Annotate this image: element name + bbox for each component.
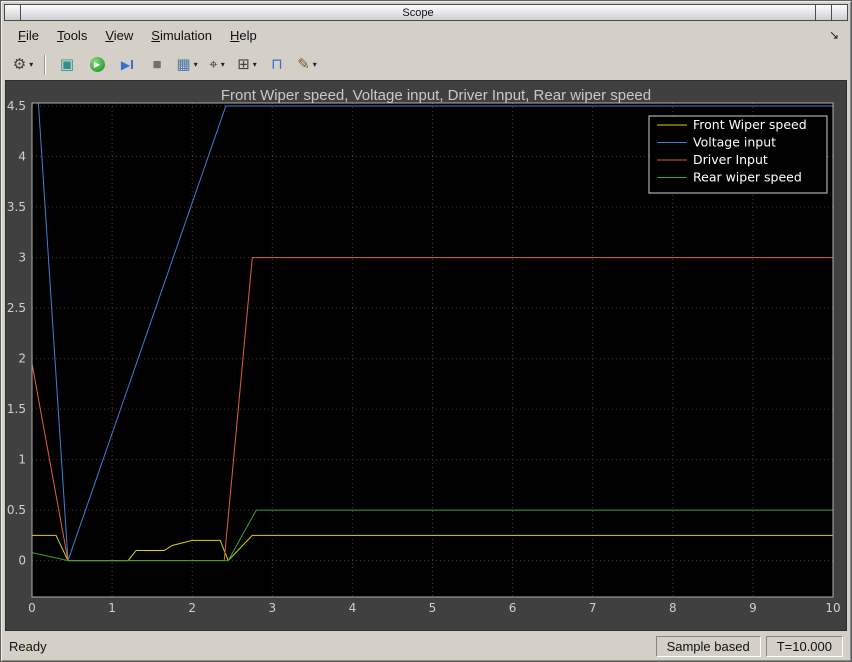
y-tick-label: 0 bbox=[18, 554, 26, 568]
status-text: Ready bbox=[9, 638, 47, 654]
menu-tools[interactable]: Tools bbox=[48, 25, 96, 46]
y-tick-label: 2 bbox=[18, 352, 26, 366]
dock-arrow-icon[interactable]: ↘ bbox=[825, 28, 843, 42]
legend[interactable]: Front Wiper speed Voltage input Driver Inp… bbox=[648, 115, 828, 194]
titlebar[interactable]: Scope bbox=[4, 4, 848, 21]
menu-file[interactable]: File bbox=[9, 25, 48, 46]
sample-mode-box: Sample based bbox=[655, 635, 761, 657]
zoom-fit-icon: ⊞ bbox=[237, 56, 250, 73]
run-icon: ▶ bbox=[89, 57, 105, 72]
run-button[interactable]: ▶ bbox=[83, 52, 111, 78]
chart-canvas[interactable]: 0 1 2 3 4 5 6 7 8 9 10 0 0.5 1 1.5 2 2.5 3 3.5 4 4.5 Front Wi… bbox=[6, 81, 848, 630]
dropdown-arrow-icon: ▾ bbox=[29, 60, 34, 69]
style-brush-button[interactable]: ✎ ▾ bbox=[293, 52, 321, 78]
dropdown-arrow-icon: ▾ bbox=[193, 60, 198, 69]
dropdown-arrow-icon: ▾ bbox=[252, 60, 257, 69]
highlight-block-icon: ▣ bbox=[59, 56, 75, 73]
scope-window: Scope File Tools View Simulation Help ↘ … bbox=[0, 0, 852, 662]
legend-label: Voltage input bbox=[693, 135, 776, 150]
y-tick-label: 0.5 bbox=[7, 503, 26, 517]
x-tick-label: 7 bbox=[589, 601, 597, 615]
x-tick-label: 8 bbox=[669, 601, 677, 615]
x-tick-label: 4 bbox=[349, 601, 357, 615]
x-tick-label: 0 bbox=[28, 601, 36, 615]
x-tick-label: 10 bbox=[825, 601, 840, 615]
x-tick-label: 3 bbox=[268, 601, 276, 615]
settings-button[interactable]: ⚙ ▾ bbox=[9, 52, 37, 78]
x-tick-label: 1 bbox=[108, 601, 116, 615]
status-right-group: Sample based T=10.000 bbox=[655, 635, 843, 657]
stairstep-icon: ⊓ bbox=[271, 56, 283, 73]
toolbar-separator bbox=[44, 54, 46, 75]
y-tick-label: 3 bbox=[18, 251, 26, 265]
sim-time-box: T=10.000 bbox=[765, 635, 843, 657]
layout-grid-icon: ▦ bbox=[176, 56, 191, 73]
x-tick-label: 5 bbox=[429, 601, 437, 615]
y-tick-label: 3.5 bbox=[7, 200, 26, 214]
measurements-button[interactable]: ⌖ ▾ bbox=[203, 52, 231, 78]
dropdown-arrow-icon: ▾ bbox=[220, 60, 225, 69]
y-tick-label: 4 bbox=[18, 150, 26, 164]
step-forward-button[interactable]: ▶ bbox=[113, 52, 141, 78]
plot-panel[interactable]: 0 1 2 3 4 5 6 7 8 9 10 0 0.5 1 1.5 2 2.5 3 3.5 4 4.5 Front Wi… bbox=[5, 80, 847, 631]
x-tick-label: 9 bbox=[749, 601, 757, 615]
y-tick-label: 2.5 bbox=[7, 301, 26, 315]
statusbar: Ready Sample based T=10.000 bbox=[1, 631, 851, 661]
legend-label: Front Wiper speed bbox=[693, 117, 807, 132]
window-menu-button[interactable] bbox=[4, 4, 21, 21]
menu-view[interactable]: View bbox=[96, 25, 142, 46]
brush-icon: ✎ bbox=[297, 56, 310, 73]
step-forward-icon: ▶ bbox=[121, 59, 133, 71]
x-tick-label: 2 bbox=[188, 601, 196, 615]
zoom-fit-button[interactable]: ⊞ ▾ bbox=[233, 52, 261, 78]
dropdown-arrow-icon: ▾ bbox=[312, 60, 317, 69]
toolbar: ⚙ ▾ ▣ ▶ ▶ ■ ▦ ▾ ⌖ ▾ ⊞ ▾ ⊓ ✎ ▾ bbox=[1, 49, 851, 80]
y-tick-label: 4.5 bbox=[7, 99, 26, 113]
cursor-measurements-icon: ⌖ bbox=[209, 56, 218, 73]
menubar: File Tools View Simulation Help ↘ bbox=[1, 21, 851, 49]
gear-icon: ⚙ bbox=[12, 56, 27, 73]
legend-label: Rear wiper speed bbox=[693, 170, 802, 185]
x-tick-label: 6 bbox=[509, 601, 517, 615]
stepping-options-button[interactable]: ▦ ▾ bbox=[173, 52, 201, 78]
y-tick-label: 1.5 bbox=[7, 402, 26, 416]
maximize-button[interactable] bbox=[831, 4, 848, 21]
y-tick-label: 1 bbox=[18, 453, 26, 467]
iconify-button[interactable] bbox=[815, 4, 832, 21]
menu-help[interactable]: Help bbox=[221, 25, 266, 46]
window-title: Scope bbox=[20, 4, 816, 21]
legend-label: Driver Input bbox=[693, 152, 768, 167]
stop-button[interactable]: ■ bbox=[143, 52, 171, 78]
stop-icon: ■ bbox=[152, 56, 162, 73]
stairs-button[interactable]: ⊓ bbox=[263, 52, 291, 78]
highlight-block-button[interactable]: ▣ bbox=[53, 52, 81, 78]
menu-simulation[interactable]: Simulation bbox=[142, 25, 221, 46]
